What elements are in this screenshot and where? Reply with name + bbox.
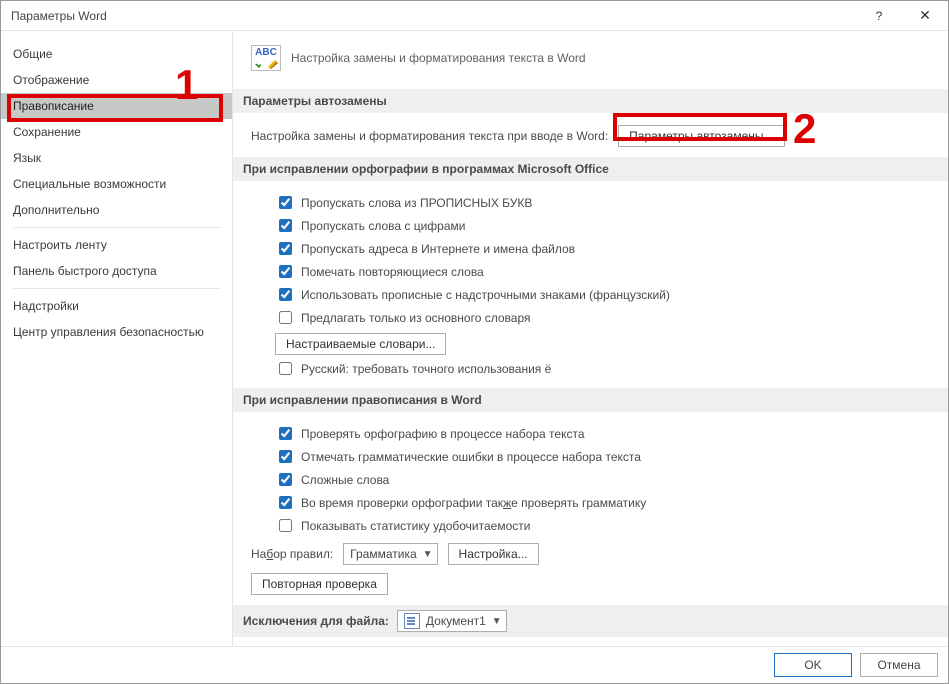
help-button[interactable]: ?	[856, 1, 902, 31]
document-icon	[404, 613, 420, 629]
chk-spelling-live-input[interactable]	[279, 427, 292, 440]
nav-separator-1	[13, 227, 220, 228]
group-exceptions: Исключения для файла: Документ1 ▼	[233, 605, 948, 637]
nav-item-proofing[interactable]: Правописание	[1, 93, 232, 119]
window-title: Параметры Word	[11, 9, 856, 23]
custom-dictionaries-button[interactable]: Настраиваемые словари...	[275, 333, 446, 355]
chk-readability[interactable]: Показывать статистику удобочитаемости	[275, 516, 530, 535]
category-sidebar: Общие Отображение Правописание Сохранени…	[1, 31, 233, 646]
chk-uppercase[interactable]: Пропускать слова из ПРОПИСНЫХ БУКВ	[275, 193, 532, 212]
chevron-down-icon: ▼	[423, 549, 433, 560]
chk-repeated-input[interactable]	[279, 265, 292, 278]
chk-maindict[interactable]: Предлагать только из основного словаря	[275, 308, 530, 327]
rules-select[interactable]: Грамматика ▼	[343, 543, 437, 565]
nav-item-advanced[interactable]: Дополнительно	[1, 197, 232, 223]
word-options-dialog: Параметры Word ? ✕ Общие Отображение Пра…	[0, 0, 949, 684]
chk-french[interactable]: Использовать прописные с надстрочными зн…	[275, 285, 670, 304]
exceptions-title: Исключения для файла:	[243, 614, 389, 628]
proofing-icon: ABC	[251, 45, 281, 71]
chk-grammar-with-spelling[interactable]: Во время проверки орфографии также прове…	[275, 493, 646, 512]
group-autocorrect: Параметры автозамены	[233, 89, 948, 113]
chk-grammar-live[interactable]: Отмечать грамматические ошибки в процесс…	[275, 447, 641, 466]
dialog-body: Общие Отображение Правописание Сохранени…	[1, 31, 948, 647]
chevron-down-icon: ▼	[492, 616, 502, 627]
chk-internet-input[interactable]	[279, 242, 292, 255]
chk-grammar-live-input[interactable]	[279, 450, 292, 463]
nav-item-addins[interactable]: Надстройки	[1, 293, 232, 319]
rules-settings-button[interactable]: Настройка...	[448, 543, 539, 565]
chk-internet[interactable]: Пропускать адреса в Интернете и имена фа…	[275, 239, 575, 258]
group-spelling-office: При исправлении орфографии в программах …	[233, 157, 948, 181]
nav-item-trust-center[interactable]: Центр управления безопасностью	[1, 319, 232, 345]
chk-russian-yo-input[interactable]	[279, 362, 292, 375]
chk-spelling-live[interactable]: Проверять орфографию в процессе набора т…	[275, 424, 585, 443]
chk-compound[interactable]: Сложные слова	[275, 470, 389, 489]
exceptions-doc-value: Документ1	[426, 614, 486, 628]
nav-item-save[interactable]: Сохранение	[1, 119, 232, 145]
group-spelling-word: При исправлении правописания в Word	[233, 388, 948, 412]
cancel-button[interactable]: Отмена	[860, 653, 938, 677]
chk-readability-input[interactable]	[279, 519, 292, 532]
page-header-text: Настройка замены и форматирования текста…	[291, 51, 586, 65]
autocorrect-desc: Настройка замены и форматирования текста…	[251, 129, 608, 143]
nav-item-qat[interactable]: Панель быстрого доступа	[1, 258, 232, 284]
nav-item-accessibility[interactable]: Специальные возможности	[1, 171, 232, 197]
chk-grammar-with-spelling-input[interactable]	[279, 496, 292, 509]
nav-item-display[interactable]: Отображение	[1, 67, 232, 93]
chk-numbers[interactable]: Пропускать слова с цифрами	[275, 216, 465, 235]
titlebar: Параметры Word ? ✕	[1, 1, 948, 31]
nav-item-general[interactable]: Общие	[1, 41, 232, 67]
chk-maindict-input[interactable]	[279, 311, 292, 324]
recheck-button[interactable]: Повторная проверка	[251, 573, 388, 595]
rules-row: Набор правил: Грамматика ▼ Настройка...	[251, 537, 930, 571]
ok-button[interactable]: OK	[774, 653, 852, 677]
close-button[interactable]: ✕	[902, 1, 948, 31]
chk-french-input[interactable]	[279, 288, 292, 301]
autocorrect-options-button[interactable]: Параметры автозамены...	[618, 125, 784, 147]
chk-russian-yo[interactable]: Русский: требовать точного использования…	[275, 359, 551, 378]
exceptions-doc-select[interactable]: Документ1 ▼	[397, 610, 507, 632]
nav-separator-2	[13, 288, 220, 289]
nav-item-customize-ribbon[interactable]: Настроить ленту	[1, 232, 232, 258]
autocorrect-row: Настройка замены и форматирования текста…	[251, 123, 930, 149]
content-area: ABC Настройка замены и форматирования те…	[233, 31, 948, 646]
rules-select-value: Грамматика	[350, 547, 416, 561]
chk-repeated[interactable]: Помечать повторяющиеся слова	[275, 262, 484, 281]
nav-item-language[interactable]: Язык	[1, 145, 232, 171]
chk-grammar-with-spelling-label: Во время проверки орфографии также прове…	[301, 496, 646, 510]
page-header: ABC Настройка замены и форматирования те…	[251, 39, 930, 81]
chk-uppercase-input[interactable]	[279, 196, 292, 209]
rules-label: Набор правил:	[251, 547, 333, 561]
chk-numbers-input[interactable]	[279, 219, 292, 232]
chk-compound-input[interactable]	[279, 473, 292, 486]
dialog-footer: OK Отмена	[1, 647, 948, 683]
